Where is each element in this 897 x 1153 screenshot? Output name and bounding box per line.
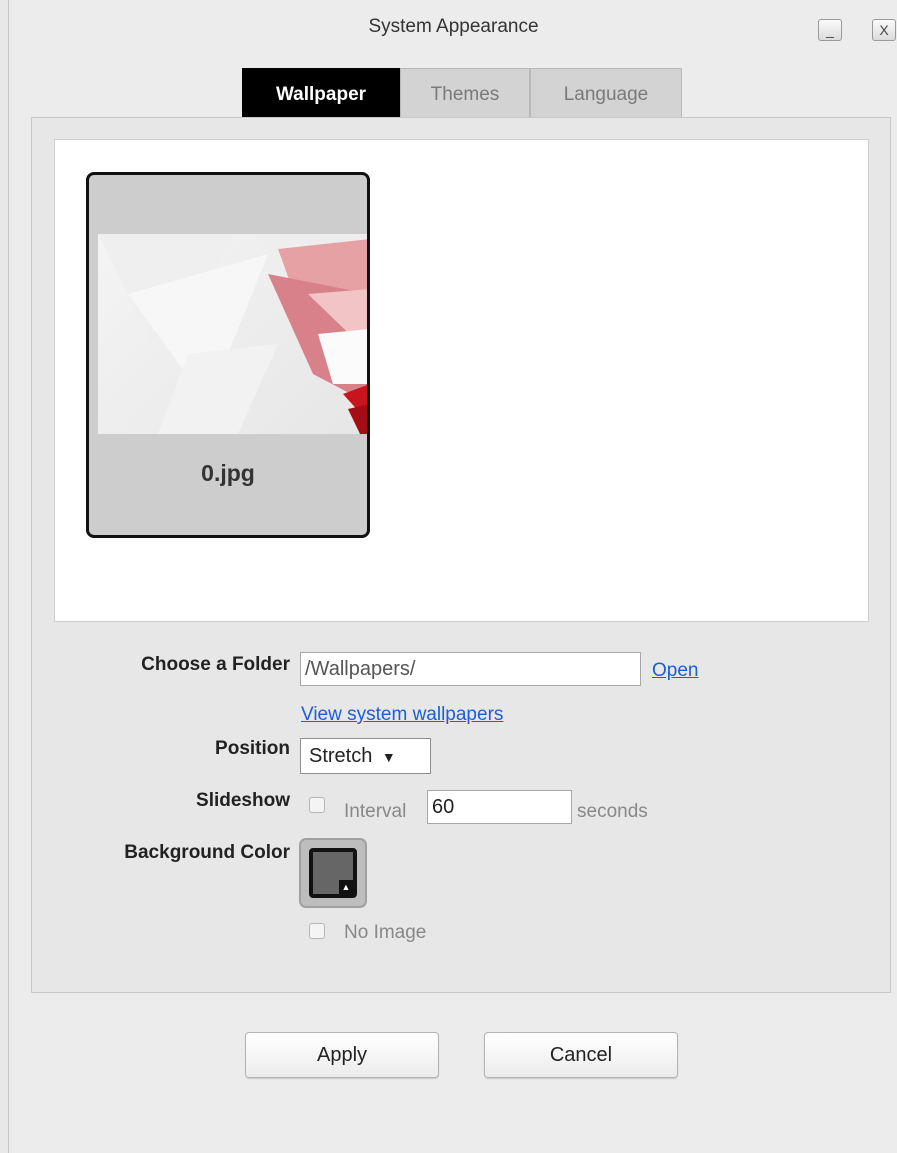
wallpaper-thumbnail[interactable]: 0.jpg [86, 172, 370, 538]
slideshow-label: Slideshow [196, 790, 290, 811]
no-image-checkbox[interactable] [309, 923, 325, 939]
slideshow-checkbox[interactable] [309, 797, 325, 813]
close-button[interactable]: X [872, 19, 896, 41]
wallpaper-panel: 0.jpg Choose a Folder Open View system w… [31, 117, 891, 993]
title-bar: System Appearance _ X [9, 0, 897, 54]
apply-button[interactable]: Apply [245, 1032, 439, 1078]
tab-bar: Wallpaper Themes Language [242, 68, 682, 120]
chevron-down-icon: ▼ [381, 749, 396, 765]
cancel-button[interactable]: Cancel [484, 1032, 678, 1078]
wallpaper-gallery: 0.jpg [54, 139, 869, 622]
seconds-label: seconds [577, 801, 648, 822]
tab-themes[interactable]: Themes [400, 68, 530, 120]
wallpaper-filename: 0.jpg [201, 460, 255, 486]
tab-wallpaper[interactable]: Wallpaper [242, 68, 400, 120]
color-swatch: ▲ [309, 848, 357, 898]
system-appearance-window: System Appearance _ X Wallpaper Themes L… [8, 0, 897, 1153]
folder-label: Choose a Folder [141, 654, 290, 675]
close-icon: X [879, 22, 889, 38]
minimize-icon: _ [826, 22, 834, 38]
wallpaper-preview-image [98, 234, 367, 434]
no-image-label: No Image [344, 922, 427, 943]
interval-input[interactable] [427, 790, 572, 824]
folder-input[interactable] [300, 652, 641, 686]
position-value: Stretch [309, 745, 373, 767]
view-system-wallpapers-link[interactable]: View system wallpapers [301, 704, 503, 726]
minimize-button[interactable]: _ [818, 19, 842, 41]
background-color-picker[interactable]: ▲ [299, 838, 367, 908]
background-color-label: Background Color [124, 842, 290, 863]
position-select[interactable]: Stretch ▼ [300, 738, 431, 774]
open-folder-link[interactable]: Open [652, 660, 698, 682]
position-label: Position [215, 738, 290, 759]
caret-up-icon: ▲ [339, 880, 353, 894]
window-title: System Appearance [368, 16, 539, 37]
tab-language[interactable]: Language [530, 68, 682, 120]
interval-label: Interval [344, 801, 407, 822]
